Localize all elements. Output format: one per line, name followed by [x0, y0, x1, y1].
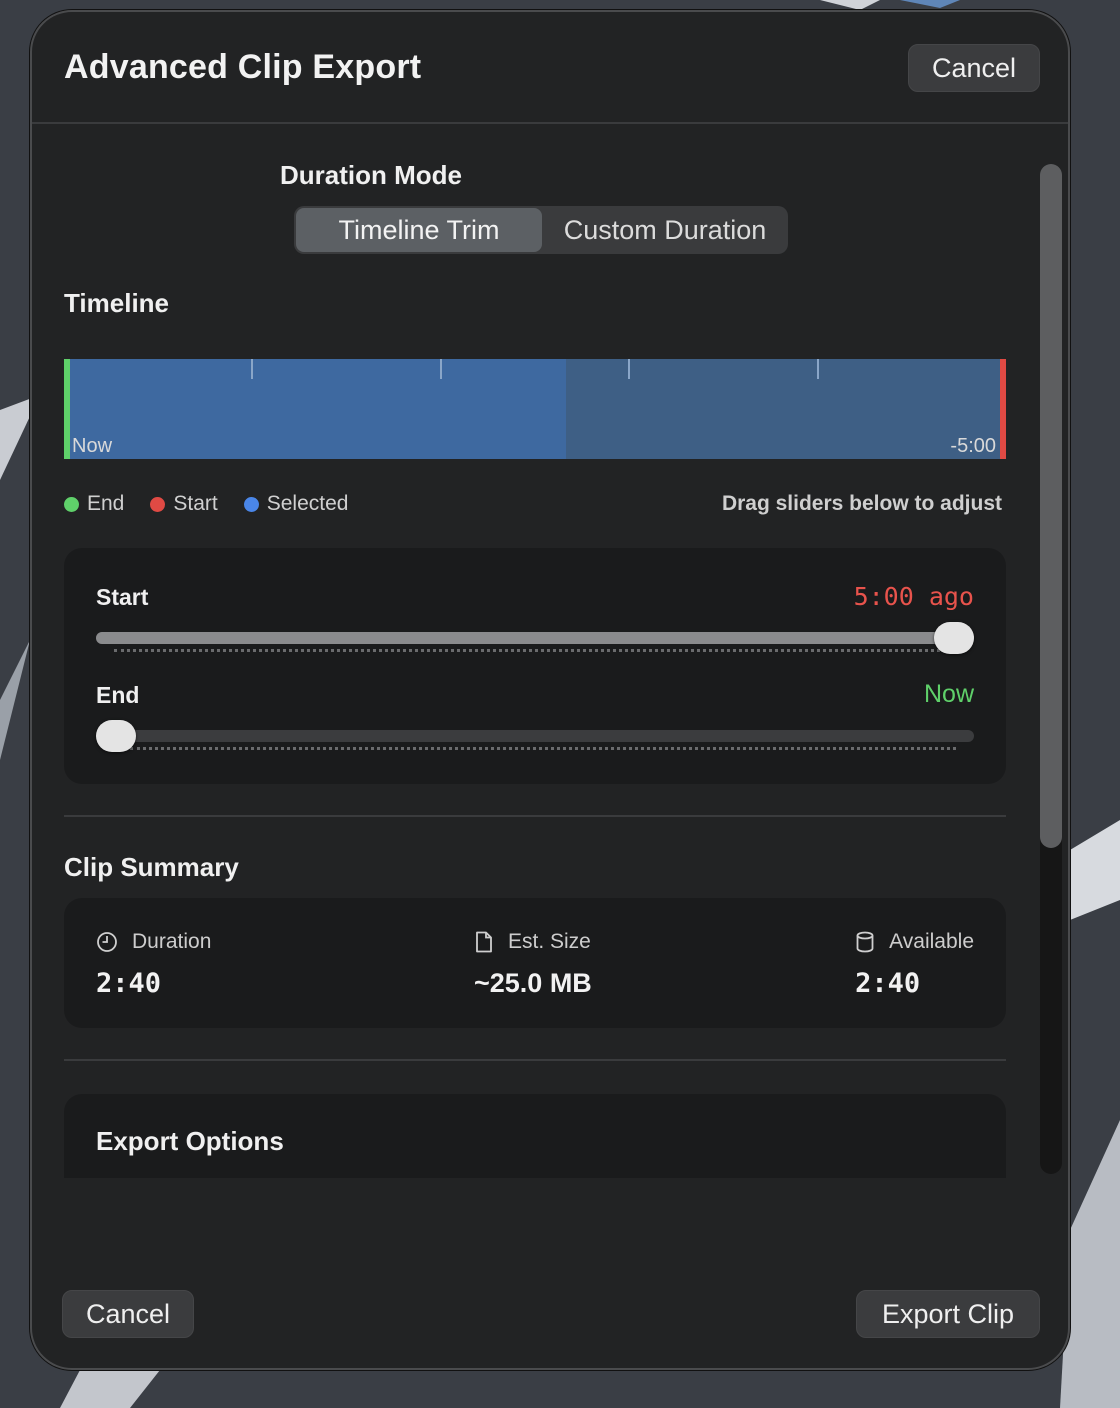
duration-mode-segmented-control: Timeline Trim Custom Duration: [294, 206, 788, 254]
legend-end: End: [64, 492, 124, 516]
section-divider: [64, 815, 1006, 817]
duration-label: Duration: [132, 930, 212, 953]
start-slider-fill: [96, 632, 974, 644]
duration-value: 2:40: [96, 968, 162, 999]
stat-size: Est. Size ~25.0 MB: [474, 930, 592, 999]
end-slider-ticks: [130, 747, 956, 750]
timeline-bar[interactable]: Now -5:00: [64, 359, 1006, 459]
footer-cancel-button[interactable]: Cancel: [62, 1290, 194, 1338]
export-dialog: Advanced Clip Export Cancel Duration Mod…: [30, 10, 1070, 1370]
export-options-label: Export Options: [96, 1126, 284, 1156]
stat-duration: Duration 2:40: [96, 930, 211, 999]
header-cancel-button[interactable]: Cancel: [908, 44, 1040, 92]
scrollbar-thumb[interactable]: [1040, 164, 1062, 848]
start-slider-ticks: [114, 649, 940, 652]
scroll-content[interactable]: Duration Mode Timeline Trim Custom Durat…: [32, 124, 1068, 1178]
start-slider-track[interactable]: [96, 632, 974, 644]
scrollbar[interactable]: [1040, 164, 1062, 1174]
size-label: Est. Size: [508, 930, 591, 953]
timeline-selected-range: [64, 359, 566, 459]
legend-selected-dot: [243, 496, 259, 512]
start-slider-value: 5:00 ago: [853, 582, 974, 611]
legend-end-label: End: [87, 492, 125, 515]
available-value: 2:40: [855, 968, 921, 999]
start-slider-label: Start: [96, 584, 149, 610]
export-clip-button[interactable]: Export Clip: [856, 1290, 1040, 1338]
legend-selected-label: Selected: [266, 492, 349, 515]
clip-summary-label: Clip Summary: [64, 852, 239, 882]
slider-card: Start 5:00 ago End Now: [64, 548, 1006, 784]
available-label: Available: [889, 930, 974, 953]
start-slider-knob[interactable]: [934, 622, 974, 654]
end-slider-knob[interactable]: [96, 720, 136, 752]
timeline-end-marker[interactable]: [64, 359, 70, 459]
segment-custom-duration[interactable]: Custom Duration: [542, 206, 788, 254]
drag-hint: Drag sliders below to adjust: [721, 492, 1002, 515]
timeline-tick: [817, 359, 819, 379]
export-options-card: Export Options: [64, 1094, 1006, 1178]
stat-available: Available 2:40: [855, 930, 974, 999]
database-icon: [855, 931, 875, 953]
legend-start: Start: [150, 492, 218, 516]
segment-timeline-trim[interactable]: Timeline Trim: [296, 208, 542, 252]
timeline-tick: [628, 359, 630, 379]
timeline-end-time-label: -5:00: [950, 435, 996, 457]
legend-selected: Selected: [243, 492, 349, 516]
timeline-tick: [440, 359, 442, 379]
section-divider: [64, 1059, 1006, 1061]
timeline-tick: [251, 359, 253, 379]
timeline-legend: End Start Selected: [64, 492, 348, 516]
legend-start-label: Start: [173, 492, 218, 515]
dialog-title: Advanced Clip Export: [64, 48, 422, 86]
end-slider-label: End: [96, 682, 140, 708]
end-slider-track[interactable]: [96, 730, 974, 742]
end-slider-value: Now: [923, 680, 974, 708]
document-icon: [474, 931, 494, 953]
duration-mode-label: Duration Mode: [280, 160, 462, 190]
summary-card: Duration 2:40 Est. Size ~25.0 MB Availab…: [64, 898, 1006, 1028]
clock-icon: [96, 931, 118, 953]
dialog-header: Advanced Clip Export Cancel: [32, 12, 1068, 124]
timeline-now-label: Now: [72, 435, 113, 457]
timeline-start-marker[interactable]: [1000, 359, 1006, 459]
legend-end-dot: [64, 496, 79, 512]
legend-start-dot: [150, 496, 166, 512]
timeline-label: Timeline: [64, 288, 170, 318]
size-value: ~25.0 MB: [474, 968, 592, 998]
